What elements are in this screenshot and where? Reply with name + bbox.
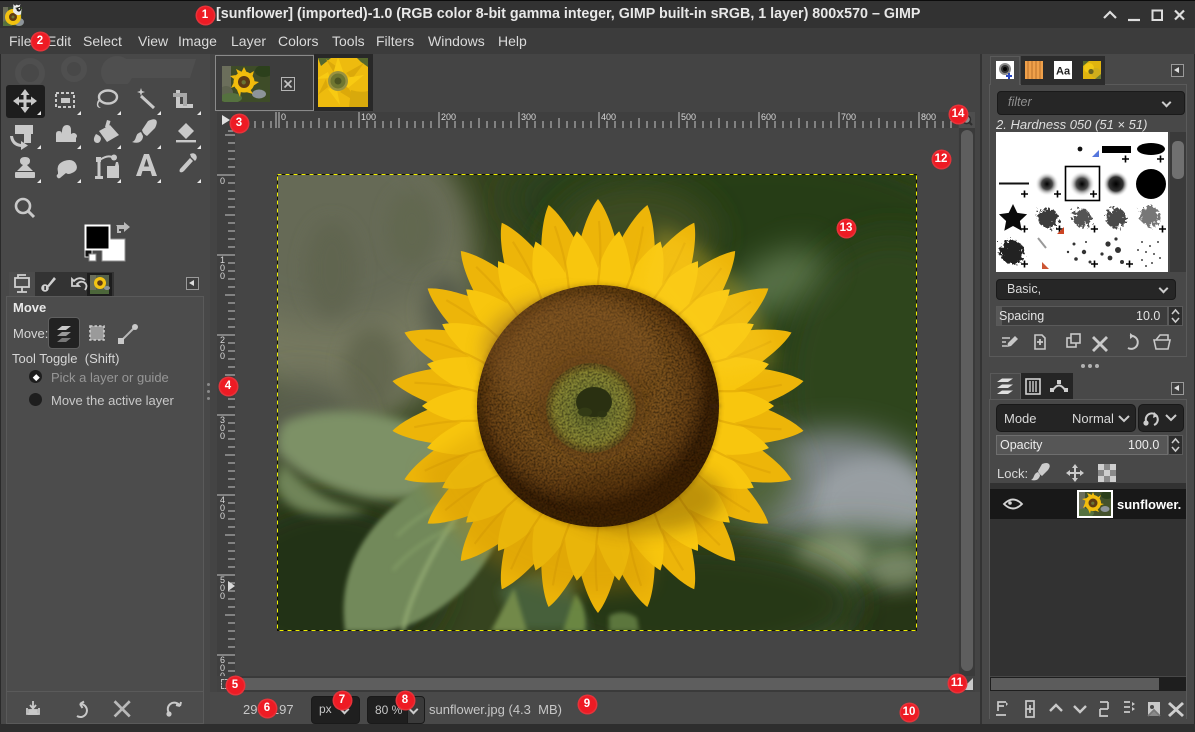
- svg-text:Aa: Aa: [1056, 66, 1071, 78]
